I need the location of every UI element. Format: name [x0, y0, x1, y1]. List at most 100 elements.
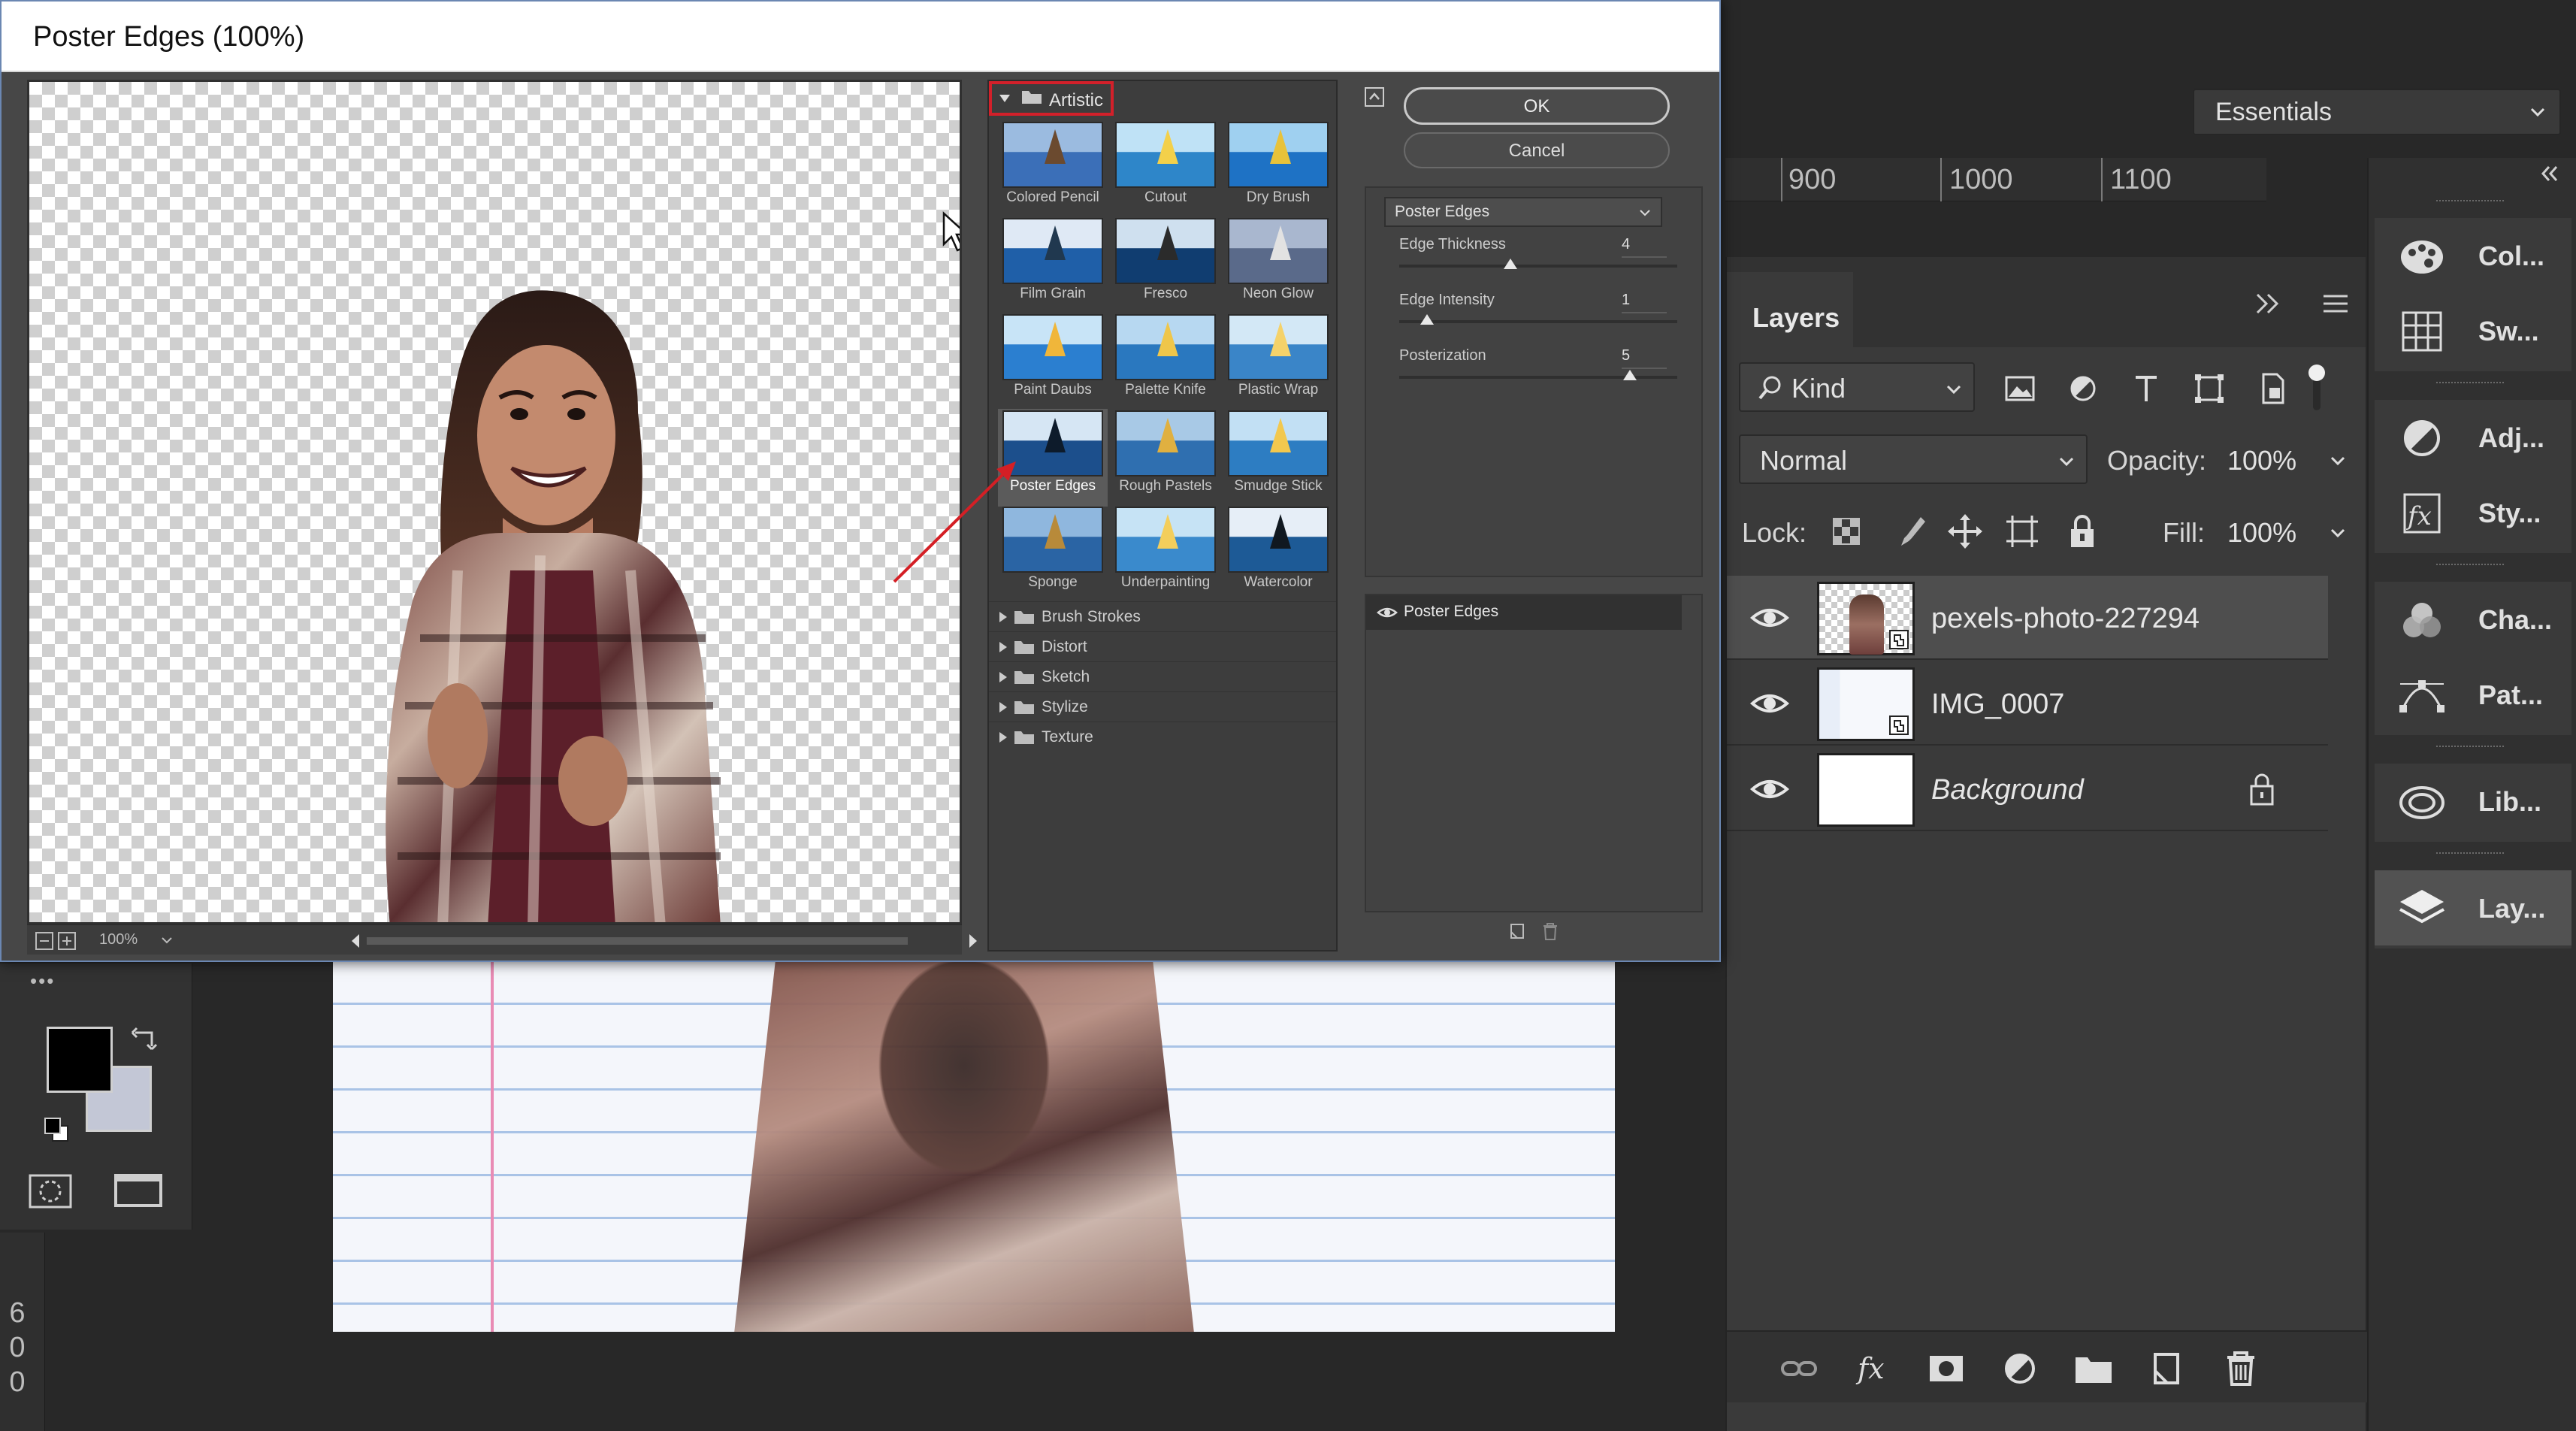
- lock-image-pixels-icon[interactable]: [1891, 513, 1928, 550]
- filter-thumbnail[interactable]: Colored Pencil: [998, 120, 1108, 218]
- layer-filter-kind-select[interactable]: Kind: [1739, 362, 1975, 412]
- opacity-field[interactable]: 100%: [2217, 436, 2352, 484]
- dock-grip[interactable]: [2436, 852, 2504, 860]
- zoom-out-icon[interactable]: [35, 931, 54, 951]
- visibility-eye-icon[interactable]: [1749, 601, 1790, 634]
- type-layer-filter-icon[interactable]: [2125, 370, 2167, 407]
- lock-artboard-icon[interactable]: [2003, 513, 2041, 550]
- quick-mask-icon[interactable]: [27, 1172, 74, 1210]
- filter-select-value: Poster Edges: [1395, 203, 1490, 220]
- layer-row[interactable]: pexels-photo-227294: [1727, 576, 2328, 660]
- dock-item-color[interactable]: Col...: [2375, 218, 2571, 293]
- chevron-down-icon[interactable]: [2330, 525, 2346, 541]
- parameter-slider-track[interactable]: [1399, 320, 1677, 323]
- dock-item-adjustments[interactable]: Adj...: [2375, 400, 2571, 475]
- new-effect-layer-icon[interactable]: [1507, 921, 1527, 941]
- double-chevron-left-icon[interactable]: [2538, 164, 2561, 183]
- parameter-value-field[interactable]: 5: [1622, 347, 1667, 369]
- lock-all-icon[interactable]: [2064, 513, 2101, 550]
- screen-mode-icon[interactable]: [113, 1172, 167, 1210]
- fx-icon[interactable]: fx: [1852, 1348, 1894, 1389]
- blend-mode-select[interactable]: Normal: [1739, 434, 2088, 484]
- filter-thumbnail[interactable]: Plastic Wrap: [1223, 313, 1333, 410]
- new-group-icon[interactable]: [2073, 1348, 2115, 1389]
- new-adjustment-layer-icon[interactable]: [1999, 1348, 2041, 1389]
- adjustment-layer-filter-icon[interactable]: [2062, 370, 2104, 407]
- parameter-slider-handle[interactable]: [1420, 314, 1434, 325]
- filter-thumbnail[interactable]: Watercolor: [1223, 505, 1333, 603]
- new-layer-icon[interactable]: [2146, 1348, 2188, 1389]
- tab-layers[interactable]: Layers: [1727, 272, 1853, 347]
- filter-thumbnail[interactable]: Dry Brush: [1223, 120, 1333, 218]
- ok-button[interactable]: OK: [1404, 87, 1670, 125]
- panel-menu-icon[interactable]: [2321, 289, 2351, 319]
- more-tools-icon[interactable]: •••: [30, 970, 75, 992]
- filter-thumbnail[interactable]: Fresco: [1111, 216, 1220, 314]
- dock-item-swatches[interactable]: Sw...: [2375, 293, 2571, 368]
- parameter-slider-handle[interactable]: [1504, 259, 1517, 269]
- layer-row[interactable]: IMG_0007: [1727, 661, 2328, 746]
- filter-category-row[interactable]: Distort: [989, 631, 1336, 661]
- zoom-in-icon[interactable]: [57, 931, 77, 951]
- visibility-eye-icon[interactable]: [1749, 773, 1790, 806]
- filter-preview[interactable]: [27, 80, 962, 924]
- double-chevron-right-icon[interactable]: [2253, 289, 2283, 319]
- workspace-switcher[interactable]: Essentials: [2193, 89, 2561, 135]
- pixel-layer-filter-icon[interactable]: [1999, 370, 2041, 407]
- filter-thumbnail[interactable]: Cutout: [1111, 120, 1220, 218]
- link-layers-icon[interactable]: [1778, 1348, 1820, 1389]
- dock-item-libraries[interactable]: Lib...: [2375, 764, 2571, 839]
- layer-row[interactable]: Background: [1727, 747, 2328, 831]
- parameter-value-field[interactable]: 4: [1622, 236, 1667, 258]
- lock-position-icon[interactable]: [1946, 513, 1984, 550]
- visibility-eye-icon[interactable]: [1749, 687, 1790, 720]
- add-mask-icon[interactable]: [1925, 1348, 1967, 1389]
- filter-thumbnail[interactable]: Rough Pastels: [1111, 409, 1220, 507]
- collapse-gallery-icon[interactable]: [1363, 86, 1386, 108]
- filter-category-label: Texture: [1042, 728, 1093, 746]
- dock-item-channels[interactable]: Cha...: [2375, 582, 2571, 657]
- cancel-button[interactable]: Cancel: [1404, 132, 1670, 168]
- document-canvas[interactable]: [333, 962, 1615, 1332]
- fill-field[interactable]: 100%: [2217, 508, 2352, 556]
- filter-thumbnail[interactable]: Underpainting: [1111, 505, 1220, 603]
- parameter-slider-track[interactable]: [1399, 265, 1677, 268]
- filter-category-row[interactable]: Brush Strokes: [989, 601, 1336, 631]
- filter-category-row[interactable]: Texture: [989, 722, 1336, 752]
- filter-toggle-icon[interactable]: [2305, 362, 2328, 415]
- filter-thumbnail[interactable]: Neon Glow: [1223, 216, 1333, 314]
- chevron-down-icon[interactable]: [159, 933, 174, 948]
- filter-category-row[interactable]: Stylize: [989, 691, 1336, 722]
- dock-grip[interactable]: [2436, 564, 2504, 571]
- shape-layer-filter-icon[interactable]: [2188, 370, 2230, 407]
- layer-lock-icon[interactable]: [2247, 771, 2277, 807]
- delete-layer-icon[interactable]: [2220, 1348, 2262, 1389]
- dialog-titlebar[interactable]: Poster Edges (100%): [2, 2, 1719, 72]
- dock-item-paths[interactable]: Pat...: [2375, 657, 2571, 732]
- parameter-value-field[interactable]: 1: [1622, 292, 1667, 313]
- filter-thumbnail[interactable]: Palette Knife: [1111, 313, 1220, 410]
- delete-effect-layer-icon[interactable]: [1540, 921, 1560, 941]
- swap-colors-icon[interactable]: [129, 1024, 159, 1054]
- filter-select[interactable]: Poster Edges: [1384, 197, 1662, 227]
- lock-transparent-pixels-icon[interactable]: [1828, 513, 1865, 550]
- dock-grip[interactable]: [2436, 200, 2504, 207]
- visibility-eye-icon[interactable]: [1377, 604, 1398, 621]
- category-artistic[interactable]: Artistic: [989, 81, 1114, 116]
- dock-grip[interactable]: [2436, 382, 2504, 389]
- parameter-slider-handle[interactable]: [1623, 370, 1637, 380]
- dock-item-layers[interactable]: Lay...: [2375, 870, 2571, 945]
- horizontal-scrollbar[interactable]: [349, 931, 980, 951]
- smart-object-filter-icon[interactable]: [2251, 370, 2293, 407]
- filter-thumbnail[interactable]: Film Grain: [998, 216, 1108, 314]
- default-colors-icon[interactable]: [42, 1115, 72, 1145]
- dock-item-styles[interactable]: fx Sty...: [2375, 475, 2571, 550]
- zoom-level[interactable]: 100%: [99, 931, 138, 948]
- chevron-down-icon[interactable]: [2330, 452, 2346, 469]
- effect-layer-row[interactable]: Poster Edges: [1366, 595, 1682, 630]
- filter-thumbnail[interactable]: Smudge Stick: [1223, 409, 1333, 507]
- foreground-color-swatch[interactable]: [47, 1027, 113, 1093]
- filter-category-row[interactable]: Sketch: [989, 661, 1336, 691]
- dock-grip[interactable]: [2436, 746, 2504, 753]
- filter-thumbnail[interactable]: Paint Daubs: [998, 313, 1108, 410]
